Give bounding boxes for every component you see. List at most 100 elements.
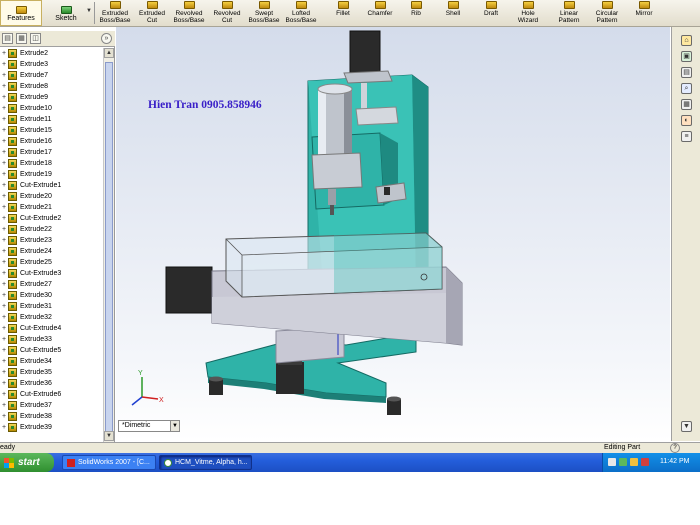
expand-icon[interactable]: + (0, 336, 8, 343)
tree-item[interactable]: + Cut-Extrude3 (0, 268, 103, 279)
appearances-icon[interactable]: ◐ (681, 115, 692, 126)
tree-item[interactable]: + Cut-Extrude5 (0, 345, 103, 356)
expand-panel-icon[interactable]: » (101, 33, 112, 44)
expand-icon[interactable]: + (0, 358, 8, 365)
revolved-cut-button[interactable]: Revolved Cut (210, 0, 244, 26)
tree-item[interactable]: + Extrude30 (0, 290, 103, 301)
property-manager-icon[interactable]: ▦ (16, 33, 27, 44)
tree-item[interactable]: + Extrude23 (0, 235, 103, 246)
tree-item[interactable]: + Extrude9 (0, 92, 103, 103)
configuration-manager-icon[interactable]: ◫ (30, 33, 41, 44)
expand-icon[interactable]: + (0, 72, 8, 79)
tree-item[interactable]: + Extrude21 (0, 202, 103, 213)
expand-icon[interactable]: + (0, 424, 8, 431)
expand-icon[interactable]: + (0, 50, 8, 57)
expand-icon[interactable]: + (0, 149, 8, 156)
rib-button[interactable]: Rib (404, 0, 428, 26)
tree-item[interactable]: + Extrude2 (0, 48, 103, 59)
tree-scrollbar[interactable]: ▲ ▼ (103, 48, 114, 442)
file-explorer-icon[interactable]: ▤ (681, 67, 692, 78)
expand-icon[interactable]: + (0, 226, 8, 233)
start-button[interactable]: start (0, 453, 54, 472)
taskbar-item-hcm-vitme[interactable]: HCM_Vitme, Alpha, h... (159, 455, 252, 470)
extruded-boss-button[interactable]: Extruded Boss/Base (98, 0, 132, 26)
tree-item[interactable]: + Extrude8 (0, 81, 103, 92)
tab-sketch[interactable]: Sketch (46, 0, 86, 26)
expand-icon[interactable]: + (0, 127, 8, 134)
tree-item[interactable]: + Cut-Extrude2 (0, 213, 103, 224)
expand-icon[interactable]: + (0, 105, 8, 112)
cnc-mill-model[interactable]: Y X (116, 27, 670, 441)
mirror-button[interactable]: Mirror (630, 0, 658, 26)
tree-item[interactable]: + Extrude36 (0, 378, 103, 389)
extruded-cut-button[interactable]: Extruded Cut (136, 0, 168, 26)
expand-icon[interactable]: + (0, 160, 8, 167)
tree-item[interactable]: + Extrude31 (0, 301, 103, 312)
tree-item[interactable]: + Extrude35 (0, 367, 103, 378)
expand-icon[interactable]: + (0, 116, 8, 123)
tree-item[interactable]: + Extrude16 (0, 136, 103, 147)
expand-icon[interactable]: + (0, 237, 8, 244)
graphics-area[interactable]: Y X Hien Tran 0905.858946 *Dimetric ▼ (116, 27, 670, 441)
tree-item[interactable]: + Extrude32 (0, 312, 103, 323)
resources-icon[interactable]: ⌂ (681, 35, 692, 46)
tree-item[interactable]: + Extrude38 (0, 411, 103, 422)
speaker-icon[interactable] (630, 458, 638, 466)
expand-icon[interactable]: + (0, 347, 8, 354)
expand-icon[interactable]: + (0, 215, 8, 222)
expand-icon[interactable]: + (0, 292, 8, 299)
chevron-down-icon[interactable]: ▼ (86, 8, 92, 14)
feature-manager-icon[interactable]: ▤ (2, 33, 13, 44)
expand-icon[interactable]: + (0, 281, 8, 288)
custom-properties-icon[interactable]: ≡ (681, 131, 692, 142)
fillet-button[interactable]: Fillet (330, 0, 356, 26)
expand-icon[interactable]: + (0, 413, 8, 420)
scroll-down-icon[interactable]: ▼ (104, 431, 114, 441)
taskbar-item-solidworks[interactable]: SolidWorks 2007 - [C... (62, 455, 156, 470)
tree-item[interactable]: + Extrude10 (0, 103, 103, 114)
tree-item[interactable]: + Extrude37 (0, 400, 103, 411)
tree-item[interactable]: + Cut-Extrude4 (0, 323, 103, 334)
expand-icon[interactable]: + (0, 94, 8, 101)
design-library-icon[interactable]: ▣ (681, 51, 692, 62)
scroll-up-icon[interactable]: ▲ (104, 48, 114, 58)
expand-icon[interactable]: + (0, 182, 8, 189)
tree-item[interactable]: + Extrude3 (0, 59, 103, 70)
tree-item[interactable]: + Extrude20 (0, 191, 103, 202)
chevron-down-icon[interactable]: ▼ (170, 420, 180, 432)
tree-item[interactable]: + Extrude15 (0, 125, 103, 136)
expand-icon[interactable]: + (0, 248, 8, 255)
tab-features[interactable]: Features (0, 0, 42, 26)
expand-icon[interactable]: + (0, 391, 8, 398)
hole-wizard-button[interactable]: Hole Wizard (514, 0, 542, 26)
help-icon[interactable]: ? (670, 443, 680, 453)
tree-item[interactable]: + Extrude11 (0, 114, 103, 125)
tree-item[interactable]: + Extrude17 (0, 147, 103, 158)
expand-icon[interactable]: + (0, 369, 8, 376)
chamfer-button[interactable]: Chamfer (364, 0, 396, 26)
shell-button[interactable]: Shell (440, 0, 466, 26)
tree-item[interactable]: + Extrude7 (0, 70, 103, 81)
tree-item[interactable]: + Extrude34 (0, 356, 103, 367)
scroll-down-icon[interactable]: ▼ (681, 421, 692, 432)
expand-icon[interactable]: + (0, 270, 8, 277)
security-icon[interactable] (641, 458, 649, 466)
antivirus-icon[interactable] (619, 458, 627, 466)
tree-item[interactable]: + Extrude25 (0, 257, 103, 268)
expand-icon[interactable]: + (0, 303, 8, 310)
circular-pattern-button[interactable]: Circular Pattern (592, 0, 622, 26)
tree-item[interactable]: + Extrude33 (0, 334, 103, 345)
swept-boss-button[interactable]: Swept Boss/Base (247, 0, 281, 26)
expand-icon[interactable]: + (0, 138, 8, 145)
expand-icon[interactable]: + (0, 193, 8, 200)
expand-icon[interactable]: + (0, 259, 8, 266)
tree-item[interactable]: + Cut-Extrude1 (0, 180, 103, 191)
search-icon[interactable]: ⌕ (681, 83, 692, 94)
view-palette-icon[interactable]: ▦ (681, 99, 692, 110)
expand-icon[interactable]: + (0, 314, 8, 321)
expand-icon[interactable]: + (0, 204, 8, 211)
lofted-boss-button[interactable]: Lofted Boss/Base (284, 0, 318, 26)
expand-icon[interactable]: + (0, 325, 8, 332)
draft-button[interactable]: Draft (478, 0, 504, 26)
tree-item[interactable]: + Extrude22 (0, 224, 103, 235)
